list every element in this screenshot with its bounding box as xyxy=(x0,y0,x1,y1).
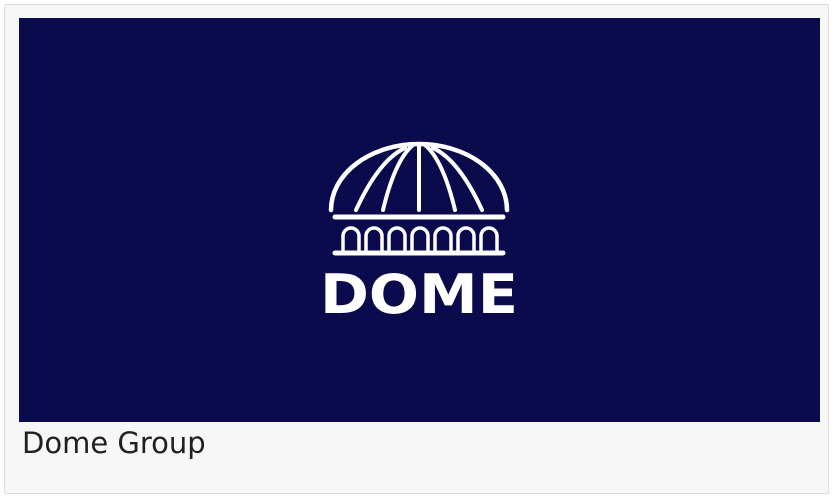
logo-image[interactable]: DOME xyxy=(19,18,820,422)
dome-logo: DOME xyxy=(320,141,518,315)
dome-building-icon xyxy=(328,141,510,256)
logo-wordmark: DOME xyxy=(320,263,518,315)
media-card[interactable]: DOME Dome Group xyxy=(4,4,829,494)
card-caption[interactable]: Dome Group xyxy=(22,426,206,461)
